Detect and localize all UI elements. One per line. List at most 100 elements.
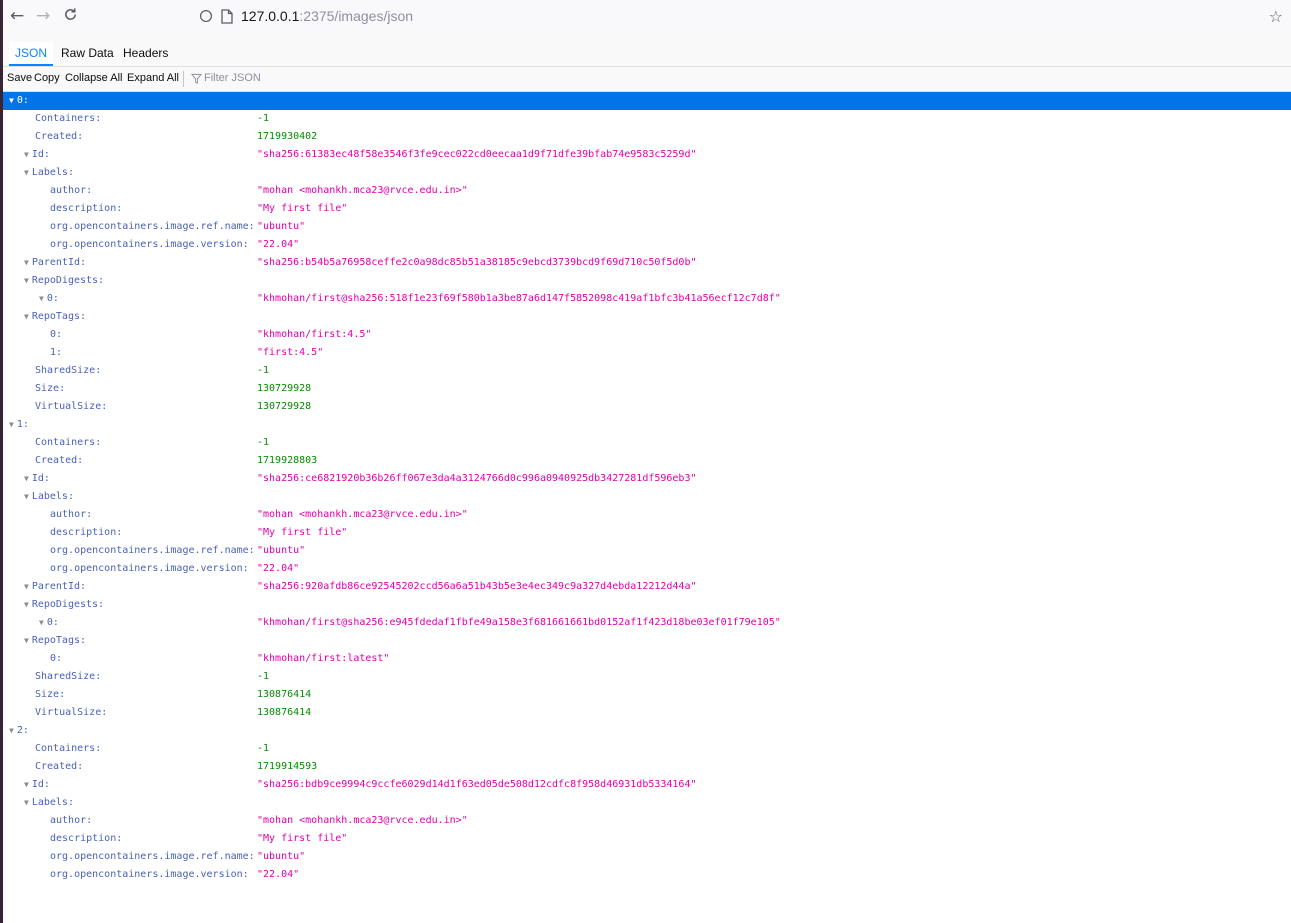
expand-toggle-icon[interactable]: ▼	[24, 168, 29, 177]
json-key[interactable]: ▼ Id:	[24, 470, 50, 488]
json-row[interactable]: ▼ 0:	[3, 92, 1291, 110]
json-row[interactable]: Size: 130876414	[3, 686, 1291, 704]
json-row[interactable]: ▼ ParentId: "sha256:920afdb86ce92545202ccd…	[3, 578, 1291, 596]
json-key[interactable]: ▼ ParentId:	[24, 254, 86, 272]
json-key-label: RepoTags:	[31, 635, 87, 646]
tab-raw-data[interactable]: Raw Data	[55, 42, 120, 66]
json-row[interactable]: ▼ 1:	[3, 416, 1291, 434]
json-row[interactable]: 0: "khmohan/first:4.5"	[3, 326, 1291, 344]
filter-input[interactable]: Filter JSON	[204, 72, 261, 84]
json-row[interactable]: Containers: -1	[3, 740, 1291, 758]
json-key[interactable]: ▼ RepoTags:	[24, 632, 86, 650]
expand-toggle-icon[interactable]: ▼	[24, 492, 29, 501]
json-row[interactable]: 1: "first:4.5"	[3, 344, 1291, 362]
json-row[interactable]: ▼ 2:	[3, 722, 1291, 740]
json-row[interactable]: org.opencontainers.image.version: "22.04"	[3, 236, 1291, 254]
expand-toggle-icon[interactable]: ▼	[39, 294, 44, 303]
json-row[interactable]: ▼ RepoDigests:	[3, 596, 1291, 614]
json-key: VirtualSize:	[35, 704, 107, 722]
json-row[interactable]: ▼ RepoTags:	[3, 632, 1291, 650]
expand-toggle-icon[interactable]: ▼	[9, 420, 14, 429]
json-row[interactable]: ▼ Labels:	[3, 488, 1291, 506]
json-row[interactable]: SharedSize: -1	[3, 668, 1291, 686]
expand-toggle-icon[interactable]: ▼	[24, 636, 29, 645]
json-row[interactable]: description: "My first file"	[3, 200, 1291, 218]
json-row[interactable]: SharedSize: -1	[3, 362, 1291, 380]
json-key[interactable]: ▼ Id:	[24, 146, 50, 164]
expand-toggle-icon[interactable]: ▼	[24, 258, 29, 267]
expand-toggle-icon[interactable]: ▼	[24, 474, 29, 483]
json-key-label: org.opencontainers.image.ref.name:	[50, 851, 255, 862]
tab-headers[interactable]: Headers	[117, 42, 174, 66]
json-key[interactable]: ▼ 2:	[9, 722, 29, 740]
json-row[interactable]: ▼ Id: "sha256:61383ec48f58e3546f3fe9cec022…	[3, 146, 1291, 164]
expand-toggle-icon[interactable]: ▼	[24, 780, 29, 789]
json-key[interactable]: ▼ RepoDigests:	[24, 596, 104, 614]
json-row[interactable]: org.opencontainers.image.version: "22.04"	[3, 866, 1291, 884]
json-row[interactable]: Created: 1719930402	[3, 128, 1291, 146]
expand-toggle-icon[interactable]: ▼	[24, 150, 29, 159]
json-row[interactable]: ▼ Labels:	[3, 164, 1291, 182]
copy-button[interactable]: Copy	[34, 72, 60, 84]
reload-button[interactable]	[63, 7, 78, 27]
json-row[interactable]: ▼ ParentId: "sha256:b54b5a76958ceffe2c0a98…	[3, 254, 1291, 272]
json-row[interactable]: author: "mohan <mohankh.mca23@rvce.edu.in…	[3, 506, 1291, 524]
tab-json[interactable]: JSON	[9, 42, 54, 66]
back-button[interactable]: ←	[10, 6, 24, 26]
expand-toggle-icon[interactable]: ▼	[9, 96, 14, 105]
json-key-label: author:	[50, 509, 93, 520]
json-row[interactable]: ▼ Id: "sha256:bdb9ce9994c9ccfe6029d14d1f63…	[3, 776, 1291, 794]
expand-toggle-icon[interactable]: ▼	[24, 312, 29, 321]
shield-icon[interactable]	[199, 9, 213, 23]
collapse-all-button[interactable]: Collapse All	[65, 72, 122, 84]
expand-toggle-icon[interactable]: ▼	[39, 618, 44, 627]
json-key[interactable]: ▼ Labels:	[24, 794, 74, 812]
json-row[interactable]: org.opencontainers.image.ref.name: "ubunt…	[3, 848, 1291, 866]
json-key[interactable]: ▼ Id:	[24, 776, 50, 794]
json-row[interactable]: Created: 1719928803	[3, 452, 1291, 470]
json-row[interactable]: org.opencontainers.image.version: "22.04"	[3, 560, 1291, 578]
json-key[interactable]: ▼ 0:	[39, 614, 59, 632]
json-key[interactable]: ▼ 1:	[9, 416, 29, 434]
json-row[interactable]: Created: 1719914593	[3, 758, 1291, 776]
json-row[interactable]: author: "mohan <mohankh.mca23@rvce.edu.in…	[3, 182, 1291, 200]
save-button[interactable]: Save	[7, 72, 32, 84]
json-key[interactable]: ▼ ParentId:	[24, 578, 86, 596]
json-row[interactable]: ▼ 0: "khmohan/first@sha256:e945fdedaf1fbfe…	[3, 614, 1291, 632]
bookmark-button[interactable]: ☆	[1269, 7, 1283, 26]
json-row[interactable]: ▼ 0: "khmohan/first@sha256:518f1e23f69f580…	[3, 290, 1291, 308]
expand-all-button[interactable]: Expand All	[127, 72, 179, 84]
json-key: org.opencontainers.image.version:	[50, 560, 249, 578]
json-row[interactable]: author: "mohan <mohankh.mca23@rvce.edu.in…	[3, 812, 1291, 830]
json-row[interactable]: org.opencontainers.image.ref.name: "ubunt…	[3, 542, 1291, 560]
json-row[interactable]: 0: "khmohan/first:latest"	[3, 650, 1291, 668]
json-key-label: 0:	[46, 617, 59, 628]
expand-toggle-icon[interactable]: ▼	[24, 600, 29, 609]
expand-toggle-icon[interactable]: ▼	[9, 726, 14, 735]
json-row[interactable]: description: "My first file"	[3, 524, 1291, 542]
json-key: Containers:	[35, 434, 101, 452]
json-row[interactable]: Size: 130729928	[3, 380, 1291, 398]
json-row[interactable]: description: "My first file"	[3, 830, 1291, 848]
json-row[interactable]: VirtualSize: 130729928	[3, 398, 1291, 416]
json-key[interactable]: ▼ 0:	[9, 92, 29, 110]
json-key[interactable]: ▼ Labels:	[24, 164, 74, 182]
json-row[interactable]: Containers: -1	[3, 110, 1291, 128]
expand-toggle-icon[interactable]: ▼	[24, 276, 29, 285]
json-row[interactable]: ▼ Id: "sha256:ce6821920b36b26ff067e3da4a31…	[3, 470, 1291, 488]
json-row[interactable]: ▼ RepoDigests:	[3, 272, 1291, 290]
json-key[interactable]: ▼ Labels:	[24, 488, 74, 506]
expand-toggle-icon[interactable]: ▼	[24, 582, 29, 591]
expand-toggle-icon[interactable]: ▼	[24, 798, 29, 807]
json-row[interactable]: org.opencontainers.image.ref.name: "ubunt…	[3, 218, 1291, 236]
json-key[interactable]: ▼ 0:	[39, 290, 59, 308]
url-field[interactable]: 127.0.0.1:2375/images/json	[241, 8, 413, 24]
json-row[interactable]: Containers: -1	[3, 434, 1291, 452]
json-key-label: org.opencontainers.image.version:	[50, 563, 249, 574]
forward-button[interactable]: →	[36, 6, 50, 26]
json-row[interactable]: VirtualSize: 130876414	[3, 704, 1291, 722]
json-key[interactable]: ▼ RepoTags:	[24, 308, 86, 326]
json-row[interactable]: ▼ RepoTags:	[3, 308, 1291, 326]
json-row[interactable]: ▼ Labels:	[3, 794, 1291, 812]
json-key[interactable]: ▼ RepoDigests:	[24, 272, 104, 290]
